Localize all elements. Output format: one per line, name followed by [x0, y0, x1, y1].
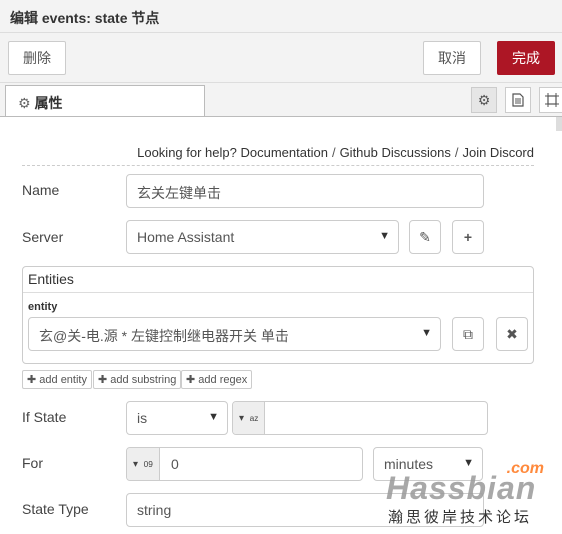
tab-properties[interactable]: ⚙ 属性: [5, 85, 205, 117]
state-type-label: State Type: [22, 501, 89, 517]
plus-icon: ✚: [27, 374, 37, 386]
add-entity-label: add entity: [39, 374, 87, 386]
plus-icon: ✚: [98, 374, 108, 386]
watermark-sub: 瀚思彼岸技术论坛: [388, 509, 533, 526]
gear-icon[interactable]: ⚙: [471, 87, 497, 113]
add-server-button[interactable]: +: [452, 220, 484, 254]
add-regex-label: add regex: [198, 374, 248, 386]
action-bar: 删除 取消 完成: [0, 33, 562, 83]
chevron-down-icon: ▼: [421, 327, 432, 339]
plus-icon: +: [463, 229, 473, 245]
pencil-icon: ✎: [419, 228, 431, 245]
entity-select[interactable]: 玄@关-电.源 * 左键控制继电器开关 单击 ▼: [28, 317, 441, 351]
if-state-operator-select[interactable]: is ▼: [126, 401, 228, 435]
add-substring-label: add substring: [110, 374, 177, 386]
server-select-value: Home Assistant: [137, 229, 235, 245]
watermark-main: Hassbian: [386, 470, 537, 506]
document-icon[interactable]: [505, 87, 531, 113]
watermark-logo: .com Hassbian 瀚思彼岸技术论坛: [386, 458, 556, 528]
chevron-down-icon: ▼: [379, 230, 390, 242]
if-state-value-input[interactable]: ▾ az: [232, 401, 488, 435]
frame-icon[interactable]: [539, 87, 562, 113]
github-discussions-link[interactable]: Github Discussions: [340, 145, 451, 160]
server-select[interactable]: Home Assistant ▼: [126, 220, 399, 254]
name-input[interactable]: 玄关左键单击: [126, 174, 484, 208]
edit-server-button[interactable]: ✎: [409, 220, 441, 254]
for-value: 0: [171, 456, 179, 472]
gear-icon: ⚙: [18, 95, 31, 111]
if-state-operator-value: is: [137, 410, 148, 426]
chevron-down-icon: ▼: [208, 411, 219, 423]
plus-icon: ✚: [186, 374, 196, 386]
add-regex-button[interactable]: ✚ add regex: [181, 370, 253, 389]
server-label: Server: [22, 229, 64, 245]
remove-entity-button[interactable]: ✖: [496, 317, 528, 351]
documentation-link[interactable]: Documentation: [240, 145, 327, 160]
join-discord-link[interactable]: Join Discord: [462, 145, 534, 160]
for-value-input[interactable]: ▾ 09 0: [126, 447, 363, 481]
tabs-bar: ⚙ 属性 ⚙: [0, 84, 562, 117]
entities-group: Entities entity 玄@关-电.源 * 左键控制继电器开关 单击 ▼…: [22, 266, 534, 364]
add-substring-button[interactable]: ✚ add substring: [93, 370, 182, 389]
help-links: Looking for help? Documentation / Github D…: [137, 145, 534, 160]
if-state-label: If State: [22, 409, 67, 425]
entity-label: entity: [28, 301, 58, 313]
string-type-icon[interactable]: ▾ az: [233, 402, 266, 434]
help-prefix: Looking for help?: [137, 145, 237, 160]
state-type-value: string: [137, 502, 172, 518]
scrollbar[interactable]: [556, 117, 562, 131]
tab-properties-label: 属性: [34, 95, 63, 111]
close-icon: ✖: [506, 325, 518, 342]
help-separator: /: [331, 145, 336, 160]
name-label: Name: [22, 182, 60, 198]
copy-entity-button[interactable]: ⧉: [452, 317, 484, 351]
number-type-icon[interactable]: ▾ 09: [127, 448, 160, 480]
delete-button[interactable]: 删除: [8, 41, 66, 75]
entities-header: Entities: [23, 267, 533, 293]
entity-select-value: 玄@关-电.源 * 左键控制继电器开关 单击: [39, 328, 289, 344]
divider: [22, 165, 534, 166]
dialog-title: 编辑 events: state 节点: [0, 0, 562, 33]
add-entity-button[interactable]: ✚ add entity: [22, 370, 92, 389]
help-separator: /: [454, 145, 459, 160]
for-label: For: [22, 455, 43, 471]
done-button[interactable]: 完成: [497, 41, 555, 75]
copy-icon: ⧉: [463, 325, 473, 342]
cancel-button[interactable]: 取消: [423, 41, 481, 75]
